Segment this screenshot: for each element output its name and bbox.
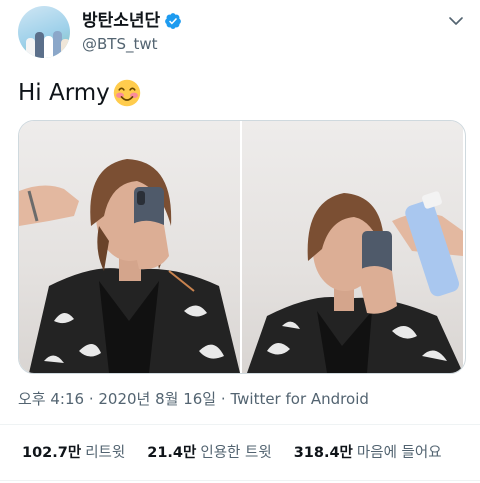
tweet-stats: 102.7만 리트윗 21.4만 인용한 트윗 318.4만 마음에 들어요 <box>22 443 464 463</box>
smiling-face-with-rosy-cheeks-icon <box>113 79 141 107</box>
likes-count: 318.4만 <box>293 445 353 461</box>
retweets-label: 리트윗 <box>85 445 126 461</box>
chevron-down-icon[interactable] <box>447 12 465 30</box>
likes-label: 마음에 들어요 <box>356 445 442 461</box>
tweet-text-content: Hi Army <box>18 80 110 106</box>
author-display-name[interactable]: 방탄소년단 <box>82 10 160 32</box>
retweets-count: 102.7만 <box>22 445 82 461</box>
tweet-photo-2[interactable] <box>242 121 463 373</box>
tweet-metadata: 오후 4:16 · 2020년 8월 16일 · Twitter for And… <box>18 389 369 409</box>
quote-tweets-label: 인용한 트윗 <box>200 445 272 461</box>
tweet-photo-1[interactable] <box>19 121 240 373</box>
author-handle[interactable]: @BTS_twt <box>82 34 158 54</box>
divider <box>0 424 480 425</box>
tweet-source[interactable]: Twitter for Android <box>230 390 368 408</box>
avatar[interactable] <box>18 6 70 58</box>
divider <box>0 480 480 481</box>
quote-tweets-stat[interactable]: 21.4만 인용한 트윗 <box>147 443 271 463</box>
retweets-stat[interactable]: 102.7만 리트윗 <box>22 443 125 463</box>
metadata-separator: · <box>220 390 226 408</box>
quote-tweets-count: 21.4만 <box>147 445 197 461</box>
verified-badge-icon <box>165 13 181 29</box>
tweet-media[interactable] <box>18 120 466 374</box>
likes-stat[interactable]: 318.4만 마음에 들어요 <box>294 443 442 463</box>
tweet-timestamp[interactable]: 오후 4:16 · 2020년 8월 16일 <box>18 390 216 408</box>
tweet-text: Hi Army <box>18 78 141 108</box>
